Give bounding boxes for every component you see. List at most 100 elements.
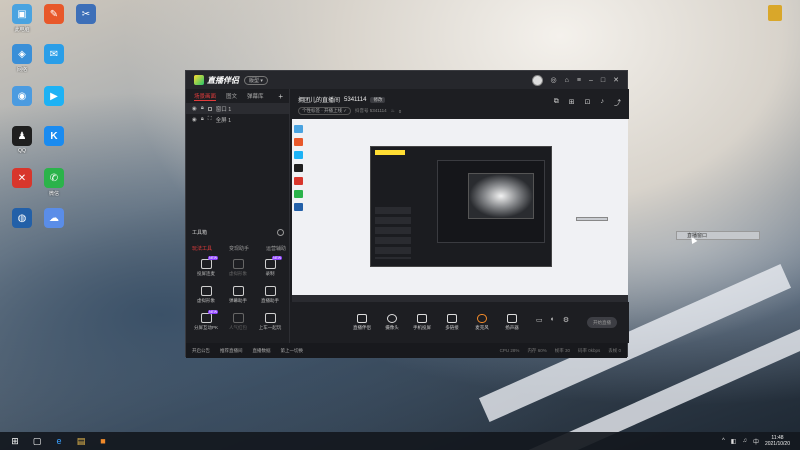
eye-icon[interactable]: ◉ — [192, 117, 197, 123]
fans-count: 0 — [398, 108, 402, 114]
microphone-control[interactable]: 麦克风 — [470, 314, 494, 331]
layout-icon[interactable]: ⧉ — [554, 98, 559, 108]
message-icon[interactable]: ◎ — [551, 76, 557, 84]
phone-icon — [417, 314, 427, 323]
grid-icon[interactable]: ⊞ — [569, 98, 575, 108]
tab-operations[interactable]: 运营辅助 — [266, 245, 286, 252]
title-bar: 直播伴侣 版型 ▾ ◎ ⌂ ≡ – □ ✕ — [186, 71, 627, 89]
toolbox-tool[interactable]: 虚拟形象 — [190, 286, 222, 304]
tag-chip[interactable]: 个性标签 · 开播上线 ✓ — [298, 107, 352, 115]
toolbox-tool[interactable]: 弹幕助手 — [222, 286, 254, 304]
desktop-icon[interactable]: ▣ 此电脑 — [5, 4, 39, 33]
tab-danmaku[interactable]: 弹幕库 — [247, 92, 264, 100]
desktop-icon[interactable]: K — [37, 126, 71, 148]
toolbox-collapse-icon[interactable] — [277, 229, 284, 236]
recursive-tunnel — [468, 173, 534, 219]
status-item[interactable]: 第上一切换 — [281, 348, 304, 354]
add-scene-button[interactable]: + — [278, 92, 283, 101]
status-item[interactable]: 直播数据 — [253, 348, 271, 354]
new-badge: NEW — [208, 256, 219, 260]
start-menu-icon[interactable]: ⊞ — [8, 435, 22, 447]
desktop-icon[interactable]: ◍ — [5, 208, 39, 230]
source-item[interactable]: ◉ 🔒︎ 窗口 1 — [186, 103, 289, 114]
preview-desktop-icon — [294, 203, 303, 211]
companion-control[interactable]: 直播伴侣 — [350, 314, 374, 331]
speaker-control[interactable]: 扬声器 — [500, 314, 524, 331]
toolbox-tool[interactable]: 录制 NEW — [254, 256, 286, 277]
stream-subtitle: 个性标签 · 开播上线 ✓ 抖音号 5341114 ♨ 0 — [298, 107, 401, 115]
settings-icon[interactable]: ⚙ — [563, 316, 569, 324]
desktop-icon[interactable]: ✆ 微信 — [37, 168, 71, 197]
desktop-top-right-icon[interactable] — [768, 5, 782, 21]
clock[interactable]: 11:48 2021/10/20 — [765, 435, 790, 447]
scene-tabs: 场景画面 图文 弹幕库 + — [186, 89, 289, 103]
eye-icon[interactable]: ◉ — [192, 106, 197, 112]
ime-icon[interactable]: 中 — [753, 437, 759, 446]
bell-icon[interactable]: ♪ — [601, 98, 605, 108]
source-item[interactable]: ◉ 🔒︎ ⛶ 全屏 1 — [186, 114, 289, 125]
tab-graphics[interactable]: 图文 — [226, 92, 237, 100]
desktop-icon[interactable]: ✉ — [37, 44, 71, 66]
desktop-icon-label: 此电脑 — [14, 27, 30, 33]
user-avatar[interactable] — [531, 74, 543, 86]
desktop-icon[interactable]: ✎ — [37, 4, 71, 26]
tab-scene[interactable]: 场景画面 — [194, 92, 217, 101]
desktop-icon[interactable]: ✕ — [5, 168, 39, 190]
toolbox-tool[interactable]: 分屏互动PK NEW — [190, 310, 222, 331]
lock-icon[interactable]: 🔒︎ — [201, 105, 204, 112]
start-live-button[interactable]: 开始直播 — [587, 317, 617, 328]
menu-icon[interactable]: ≡ — [577, 77, 581, 84]
desktop-icon[interactable]: ◈ 网络 — [5, 44, 39, 73]
volume-icon[interactable]: ♫ — [742, 438, 747, 444]
preview-selection-handle[interactable] — [576, 217, 608, 221]
minimize-button[interactable]: – — [589, 77, 593, 84]
camera-control[interactable]: 摄像头 — [380, 314, 404, 331]
desktop-icon-label: QQ — [18, 148, 26, 154]
skin-icon[interactable]: ⌂ — [565, 77, 569, 84]
toolbox-tool[interactable]: 投屏连麦 NEW — [190, 256, 222, 277]
version-dropdown[interactable]: 版型 ▾ — [244, 75, 268, 85]
desktop-icon[interactable]: ♟ QQ — [5, 126, 39, 154]
task-view-icon[interactable]: ▢ — [30, 435, 44, 447]
tray-expand-icon[interactable]: ^ — [722, 438, 725, 444]
edit-title-button[interactable]: 修改 — [370, 96, 386, 103]
desktop-icon[interactable]: ✂ — [69, 4, 103, 26]
desktop-app-icon: ☁ — [44, 208, 64, 228]
live-companion-taskbar-icon[interactable]: ■ — [96, 435, 110, 447]
app-logo-icon — [194, 75, 204, 85]
desktop-icon[interactable]: ☁ — [37, 208, 71, 230]
toolbox-tool: 人气红包 — [222, 313, 254, 331]
network-icon[interactable]: ◧ — [731, 438, 737, 445]
preview-desktop-icon — [294, 190, 303, 198]
toolbox-tool[interactable]: 上车一起玩 — [254, 313, 286, 331]
close-button[interactable]: ✕ — [613, 76, 619, 84]
source-label: 全屏 1 — [215, 117, 232, 124]
edge-browser-icon[interactable]: e — [52, 435, 66, 447]
desktop-app-icon: ✆ — [44, 168, 64, 188]
desktop-icon[interactable]: ◉ — [5, 86, 39, 108]
window-source-icon — [207, 106, 212, 111]
multi-link-control[interactable]: 多链接 — [440, 314, 464, 331]
status-item[interactable]: 开启公告 — [192, 348, 210, 354]
share-icon[interactable]: ⤴ — [614, 98, 621, 108]
preview-desktop-icon — [294, 151, 303, 159]
tab-monetize[interactable]: 变现助手 — [229, 245, 249, 252]
tool-icon — [232, 313, 244, 323]
toolbox-header: 工具箱 — [192, 229, 284, 236]
monitor-icon — [357, 314, 367, 323]
tab-play-tools[interactable]: 玩法工具 — [192, 245, 212, 252]
visibility-icon[interactable]: ◐ — [551, 316, 555, 324]
lock-icon[interactable]: 🔒︎ — [201, 116, 204, 123]
bottom-controls: 直播伴侣 摄像头 手机投屏 多链接 麦克风 扬声器 ▭ ◐ ⚙ 开始直播 — [290, 302, 629, 343]
live-preview[interactable] — [292, 119, 628, 302]
screen-icon[interactable]: ⊡ — [585, 98, 591, 108]
maximize-button[interactable]: □ — [601, 77, 605, 84]
file-explorer-icon[interactable]: ▤ — [74, 435, 88, 447]
desktop-icon[interactable]: ▶ — [37, 86, 71, 108]
status-item[interactable]: 推荐直播间 — [220, 348, 243, 354]
phone-cast-control[interactable]: 手机投屏 — [410, 314, 434, 331]
source-label: 窗口 1 — [215, 106, 232, 113]
app-name: 直播伴侣 — [207, 75, 239, 85]
toolbox-tool[interactable]: 直播助手 — [254, 286, 286, 304]
record-icon[interactable]: ▭ — [536, 316, 543, 324]
